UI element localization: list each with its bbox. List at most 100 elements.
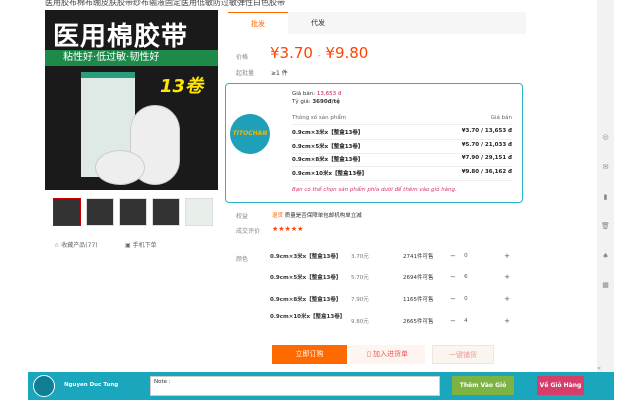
thumbnail[interactable] — [152, 198, 180, 226]
moq-value: ≥1 件 — [271, 70, 288, 77]
sku-price: 5.70元 — [351, 275, 369, 281]
plus-button[interactable]: + — [504, 273, 510, 281]
quantity-stepper[interactable]: − 0 + — [450, 250, 510, 262]
sale-price-label: Giá bán: — [292, 91, 316, 97]
favorite-link[interactable]: ☆ 收藏产品(77) — [54, 240, 98, 249]
quantity-stepper[interactable]: − 6 + — [450, 271, 510, 283]
hint-note: Bạn có thể chọn sản phẩm phía dưới để th… — [292, 187, 457, 193]
bookmark-icon[interactable]: ▮ — [601, 193, 610, 201]
row-spec: 0.9cm×5米x【整盒13卷】 — [292, 144, 364, 150]
row-spec: 0.9cm×3米x【整盒13卷】 — [292, 130, 364, 136]
price-range: ¥3.70 - ¥9.80 — [270, 44, 368, 62]
mobile-order-link[interactable]: ▣ 手机下单 — [125, 240, 157, 249]
plus-button[interactable]: + — [504, 317, 510, 325]
tab-bar: 批发 代发 — [228, 12, 526, 34]
extension-price-panel: TITOCHAN Giá bán: 13,653 đ Tỷ giá: 3690đ… — [225, 83, 523, 203]
review-label: 成交评价 — [236, 228, 261, 235]
sku-price: 9.80元 — [351, 319, 369, 325]
user-name: Nguyen Duc Tung — [64, 382, 119, 388]
price-low: ¥3.70 — [270, 44, 313, 62]
row-price: ¥7.90 / 29,151 đ — [461, 155, 512, 161]
mobile-label: 手机下单 — [132, 242, 157, 249]
go-to-cart-button[interactable]: Về Giỏ Hàng — [537, 376, 584, 395]
exchange-rate: Tỷ giá: 3690đ/tệ — [292, 99, 340, 105]
user-avatar — [33, 375, 55, 397]
sku-stock: 2741件可售 — [403, 254, 434, 260]
table-row: 0.9cm×3米x【整盒13卷】 ¥3.70 / 13,653 đ — [292, 128, 512, 140]
rights-info: 退货 质量是否保障单包邮机构单立减 — [272, 211, 362, 219]
sku-stock: 2665件可售 — [403, 319, 434, 325]
row-spec: 0.9cm×8米x【整盒13卷】 — [292, 157, 364, 163]
add-to-purchase-label: 加入进货单 — [373, 350, 409, 358]
close-icon[interactable]: ✕ — [597, 366, 601, 372]
qty-value[interactable]: 4 — [464, 318, 468, 324]
moq-label: 起批量 — [236, 70, 255, 77]
calendar-icon[interactable]: ▦ — [601, 281, 610, 289]
image-headline: 医用棉胶带 — [53, 22, 189, 52]
thumbnail-strip — [53, 198, 213, 226]
row-price: ¥9.80 / 36,162 đ — [461, 169, 512, 175]
rating-stars: ★★★★★ — [272, 225, 304, 233]
sku-stock: 1165件可售 — [403, 297, 434, 303]
add-to-cart-button[interactable]: Thêm Vào Giỏ Hàng — [452, 376, 514, 408]
one-click-distribute-button[interactable]: 一键铺货 — [432, 345, 494, 364]
roll-graphic — [95, 150, 145, 185]
row-spec: 0.9cm×10米x【整盒13卷】 — [292, 171, 368, 177]
thumbnail[interactable] — [86, 198, 114, 226]
qty-value[interactable]: 6 — [464, 274, 468, 280]
plus-button[interactable]: + — [504, 295, 510, 303]
bell-icon[interactable]: ♠ — [601, 252, 610, 260]
minus-button[interactable]: − — [450, 273, 456, 281]
row-price: ¥3.70 / 13,653 đ — [461, 128, 512, 134]
table-row: 0.9cm×8米x【整盒13卷】 ¥7.90 / 29,151 đ — [292, 155, 512, 167]
product-title: 医用胶布棉布绷皮肤胶带纱布输液固定医用低敏防过敏弹性白色胶带 — [45, 0, 285, 7]
row-price: ¥5.70 / 21,033 đ — [461, 142, 512, 148]
trash-icon[interactable]: 🗑 — [601, 222, 610, 230]
rate-label: Tỷ giá: — [292, 99, 311, 105]
sku-price: 3.70元 — [351, 254, 369, 260]
quantity-stepper[interactable]: − 4 + — [450, 315, 510, 327]
order-now-button[interactable]: 立即订购 — [272, 345, 347, 364]
service-icon[interactable]: ◎ — [601, 133, 610, 141]
add-to-purchase-list-button[interactable]: ▯ 加入进货单 — [350, 345, 425, 364]
rights-text: 质量是否保障单包邮机构单立减 — [284, 213, 362, 219]
rights-label: 权益 — [236, 213, 249, 220]
return-badge: 退货 — [272, 213, 284, 219]
image-subline: 粘性好·低过敏·韧性好 — [45, 50, 218, 66]
main-product-image: 医用棉胶带 粘性好·低过敏·韧性好 13卷 — [45, 10, 218, 190]
minus-button[interactable]: − — [450, 252, 456, 260]
favorite-label: 收藏产品(77) — [61, 242, 98, 249]
extension-bottom-bar: Nguyen Duc Tung Note : Thêm Vào Giỏ Hàng… — [28, 366, 614, 408]
image-count: 13卷 — [160, 76, 204, 97]
minus-button[interactable]: − — [450, 295, 456, 303]
qty-value[interactable]: 0 — [464, 296, 468, 302]
table-row: 0.9cm×10米x【整盒13卷】 ¥9.80 / 36,162 đ — [292, 169, 512, 181]
thumbnail[interactable] — [185, 198, 213, 226]
price-label: 价格 — [236, 54, 249, 61]
price-high: ¥9.80 — [325, 44, 369, 62]
note-input[interactable]: Note : — [150, 376, 440, 396]
sku-price: 7.90元 — [351, 297, 369, 303]
sale-price-value: 13,653 đ — [316, 91, 342, 97]
qty-value[interactable]: 0 — [464, 253, 468, 259]
rate-value: 3690đ/tệ — [312, 99, 340, 105]
table-header: Thông số sản phẩm Giá bán — [292, 115, 512, 125]
col-price: Giá bán — [490, 115, 512, 121]
tab-wholesale[interactable]: 批发 — [228, 12, 288, 34]
minus-button[interactable]: − — [450, 317, 456, 325]
color-label: 颜色 — [236, 256, 249, 263]
mail-icon[interactable]: ✉ — [601, 163, 610, 171]
thumbnail[interactable] — [53, 198, 81, 226]
price-sep: - — [317, 51, 321, 60]
col-spec: Thông số sản phẩm — [292, 115, 347, 121]
qr-icon: ▣ — [125, 242, 133, 249]
sku-spec: 0.9cm×10米x【整盒13卷】 — [270, 314, 346, 320]
sale-price: Giá bán: 13,653 đ — [292, 91, 341, 97]
quantity-stepper[interactable]: − 0 + — [450, 293, 510, 305]
table-row: 0.9cm×5米x【整盒13卷】 ¥5.70 / 21,033 đ — [292, 142, 512, 154]
plus-button[interactable]: + — [504, 252, 510, 260]
tab-dropship[interactable]: 代发 — [288, 12, 348, 34]
sku-stock: 2694件可售 — [403, 275, 434, 281]
thumbnail[interactable] — [119, 198, 147, 226]
right-toolbar: ◎ ✉ ▮ 🗑 ♠ ▦ — [597, 0, 614, 372]
